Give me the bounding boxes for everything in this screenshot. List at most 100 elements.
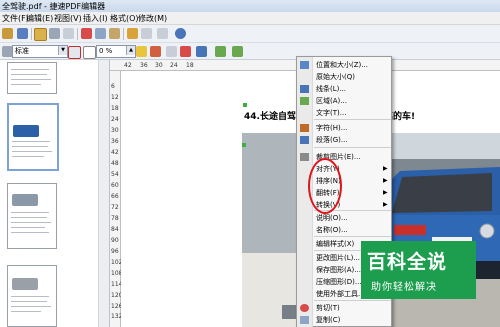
window-title: 全驾驶.pdf - 捷速PDF编辑器 (2, 2, 106, 11)
menu-separator (314, 300, 391, 301)
fill-icon[interactable] (196, 46, 207, 57)
copy-icon (300, 316, 309, 324)
save-icon[interactable] (17, 28, 28, 39)
menu-compress-graphic[interactable]: 压缩图形(D)... (316, 277, 362, 287)
ruler-label: 36 (140, 62, 148, 69)
watermark-subtitle: 助你轻松解决 (371, 282, 437, 293)
arrange-icon[interactable] (232, 46, 243, 57)
vertical-ruler: 6 12 18 24 30 36 42 48 54 60 66 72 78 84… (110, 71, 122, 327)
checkbox-icon[interactable] (83, 46, 96, 59)
submenu-arrow-icon: ▶ (383, 177, 388, 184)
chevron-down-icon[interactable]: ▼ (58, 46, 67, 55)
style-combo[interactable]: 标准 ▼ (12, 45, 68, 58)
menu-edit-style[interactable]: 编辑样式(X) (316, 239, 354, 249)
menu-character[interactable]: 字符(H)... (316, 123, 347, 133)
bell-icon[interactable] (136, 46, 147, 57)
resize-handle[interactable] (243, 103, 247, 107)
shape-icon[interactable] (215, 46, 226, 57)
menu-name[interactable]: 名称(O)... (316, 225, 348, 235)
menu-original-size[interactable]: 原始大小(Q) (316, 72, 355, 82)
percent-combo[interactable]: 0 % ▲ (96, 45, 136, 58)
ruler-label: 18 (186, 62, 194, 69)
menu-paragraph[interactable]: 段落(G)... (316, 135, 348, 145)
ruler-label: 42 (124, 62, 132, 69)
style-combo-value: 标准 (15, 47, 29, 55)
car-image (12, 194, 38, 206)
thumbnail-scrollbar[interactable] (98, 60, 109, 327)
submenu-arrow-icon: ▶ (383, 201, 388, 208)
cut-icon (300, 304, 309, 312)
submenu-arrow-icon: ▶ (383, 189, 388, 196)
ruler-label: 84 (111, 226, 119, 233)
menu-copy[interactable]: 复制(C) (316, 315, 340, 325)
globe-icon[interactable] (175, 28, 186, 39)
menu-external-tool[interactable]: 使用外部工具... (316, 289, 365, 299)
highlight-circle (308, 158, 342, 214)
submenu-arrow-icon: ▶ (383, 165, 388, 172)
page-thumbnail-selected[interactable] (7, 103, 59, 171)
text-color-icon[interactable] (150, 46, 161, 57)
menu-edit[interactable]: 编辑(E) (26, 13, 53, 24)
toolbar-separator (77, 28, 78, 40)
ruler-label: 36 (111, 138, 119, 145)
line-icon (300, 85, 309, 93)
menu-view[interactable]: 视图(V) (54, 13, 82, 24)
menu-cut[interactable]: 剪切(T) (316, 303, 340, 313)
menu-change-image[interactable]: 更改图片(L)... (316, 253, 360, 263)
menu-bar: 文件(F) 编辑(E) 视图(V) 插入(I) 格式(O) 修改(M) (0, 12, 500, 25)
page-thumbnail[interactable] (7, 183, 57, 249)
page-thumbnail[interactable] (7, 62, 57, 94)
menu-save-graphic[interactable]: 保存图形(A)... (316, 265, 361, 275)
menu-text[interactable]: 文字(T)... (316, 108, 346, 118)
resize-handle[interactable] (242, 143, 246, 147)
menu-format[interactable]: 格式(O) (110, 13, 139, 24)
character-icon (300, 124, 309, 132)
menu-position-size[interactable]: 位置和大小(Z)... (316, 60, 368, 70)
ruler-label: 42 (111, 149, 119, 156)
format-painter-icon[interactable] (127, 28, 138, 39)
delete-icon[interactable] (68, 46, 81, 59)
copy-icon[interactable] (95, 28, 106, 39)
ruler-label: 66 (111, 193, 119, 200)
menu-insert[interactable]: 插入(I) (83, 13, 108, 24)
menu-separator (314, 119, 391, 120)
preview-icon[interactable] (63, 28, 74, 39)
edit-icon[interactable] (34, 28, 47, 41)
percent-value: 0 % (99, 47, 113, 55)
document-heading-left[interactable]: 44.长途自驾 (244, 109, 296, 122)
undo-icon[interactable] (141, 28, 152, 39)
ruler-label: 48 (111, 160, 119, 167)
ruler-label: 30 (155, 62, 163, 69)
ruler-label: 54 (111, 171, 119, 178)
watermark-title: 百科全说 (367, 251, 448, 273)
car-image (12, 278, 38, 290)
menu-area[interactable]: 区域(A)... (316, 96, 347, 106)
cut-icon[interactable] (81, 28, 92, 39)
menu-line[interactable]: 线条(L)... (316, 84, 346, 94)
menu-modify[interactable]: 修改(M) (138, 13, 167, 24)
paste-icon[interactable] (109, 28, 120, 39)
ruler-label: 30 (111, 127, 119, 134)
close-tool-icon[interactable] (180, 46, 191, 57)
print-icon[interactable] (49, 28, 60, 39)
menu-file[interactable]: 文件(F) (2, 13, 29, 24)
position-size-icon (300, 61, 309, 69)
ruler-label: 24 (170, 62, 178, 69)
ruler-label: 96 (111, 248, 119, 255)
open-icon[interactable] (2, 28, 13, 39)
redo-icon[interactable] (157, 28, 168, 39)
ruler-label: 18 (111, 105, 119, 112)
crop-icon (300, 153, 309, 161)
menu-separator (314, 147, 391, 148)
menu-description[interactable]: 说明(O)... (316, 213, 348, 223)
ruler-label: 12 (111, 94, 119, 101)
toolbar-separator (123, 28, 124, 40)
line-icon[interactable] (166, 46, 177, 57)
menu-separator (314, 236, 391, 237)
ruler-label: 60 (111, 182, 119, 189)
paragraph-icon (300, 136, 309, 144)
spin-icon[interactable]: ▲ (126, 46, 135, 55)
page-thumbnail[interactable] (7, 265, 57, 327)
ruler-label: 78 (111, 215, 119, 222)
format-toolbar: 标准 ▼ 0 % ▲ (0, 43, 500, 60)
